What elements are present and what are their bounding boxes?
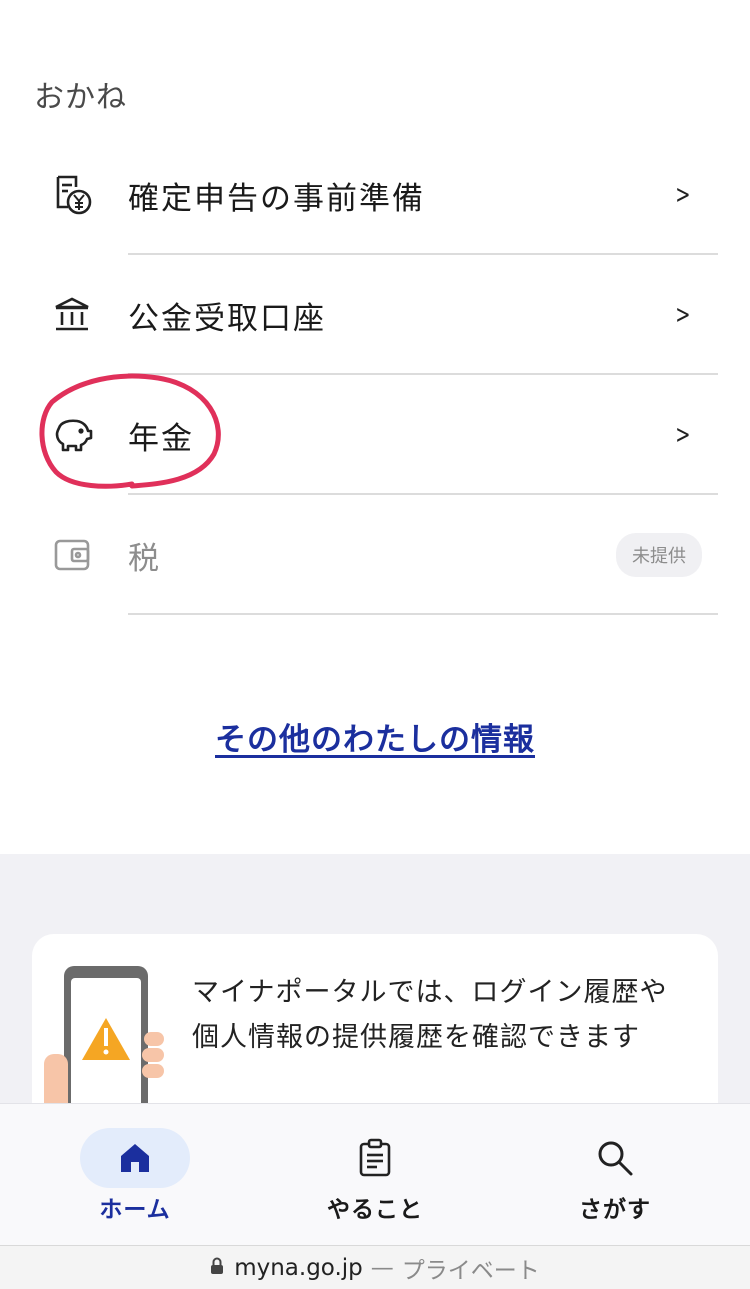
search-icon [560, 1128, 670, 1188]
home-icon [80, 1128, 190, 1188]
lock-icon [210, 1255, 224, 1281]
status-badge: 未提供 [616, 533, 702, 577]
login-history-text: マイナポータルでは、ログイン履歴や個人情報の提供履歴を確認できます [192, 977, 668, 1053]
tab-label: ホーム [99, 1197, 171, 1223]
menu-item-label: 公金受取口座 [128, 300, 326, 337]
url-separator: — [370, 1254, 394, 1281]
tab-home[interactable]: ホーム [60, 1104, 210, 1246]
menu-item-label: 税 [128, 540, 161, 577]
chevron-right-icon: > [675, 420, 691, 450]
menu-item-pension[interactable]: 年金 > [0, 375, 750, 495]
piggy-bank-icon [50, 413, 94, 457]
url-domain: myna.go.jp [234, 1254, 363, 1281]
clipboard-icon [320, 1128, 430, 1188]
divider [128, 613, 718, 615]
tab-todo[interactable]: やること [300, 1104, 450, 1246]
section-title: おかね [34, 80, 127, 115]
menu-item-tax: 税 未提供 [0, 495, 750, 615]
menu-item-label: 年金 [128, 420, 194, 457]
other-info-link[interactable]: その他のわたしの情報 [0, 714, 750, 759]
private-mode-label: プライベート [401, 1257, 540, 1284]
chevron-right-icon: > [675, 300, 691, 330]
chevron-right-icon: > [675, 180, 691, 210]
bottom-tab-bar: ホーム やること さがす [0, 1103, 750, 1245]
browser-url-bar[interactable]: myna.go.jp — プライベート [0, 1245, 750, 1289]
tab-label: やること [327, 1197, 423, 1223]
tab-label: さがす [579, 1197, 651, 1223]
menu-item-tax-return[interactable]: 確定申告の事前準備 > [0, 135, 750, 255]
menu-item-public-account[interactable]: 公金受取口座 > [0, 255, 750, 375]
tax-return-yen-icon [50, 173, 94, 217]
menu-item-label: 確定申告の事前準備 [128, 180, 425, 217]
tab-search[interactable]: さがす [540, 1104, 690, 1246]
wallet-icon [50, 533, 94, 577]
bank-icon [50, 293, 94, 337]
money-menu: 確定申告の事前準備 > 公金受取口座 > 年金 > 税 未提供 [0, 135, 750, 615]
